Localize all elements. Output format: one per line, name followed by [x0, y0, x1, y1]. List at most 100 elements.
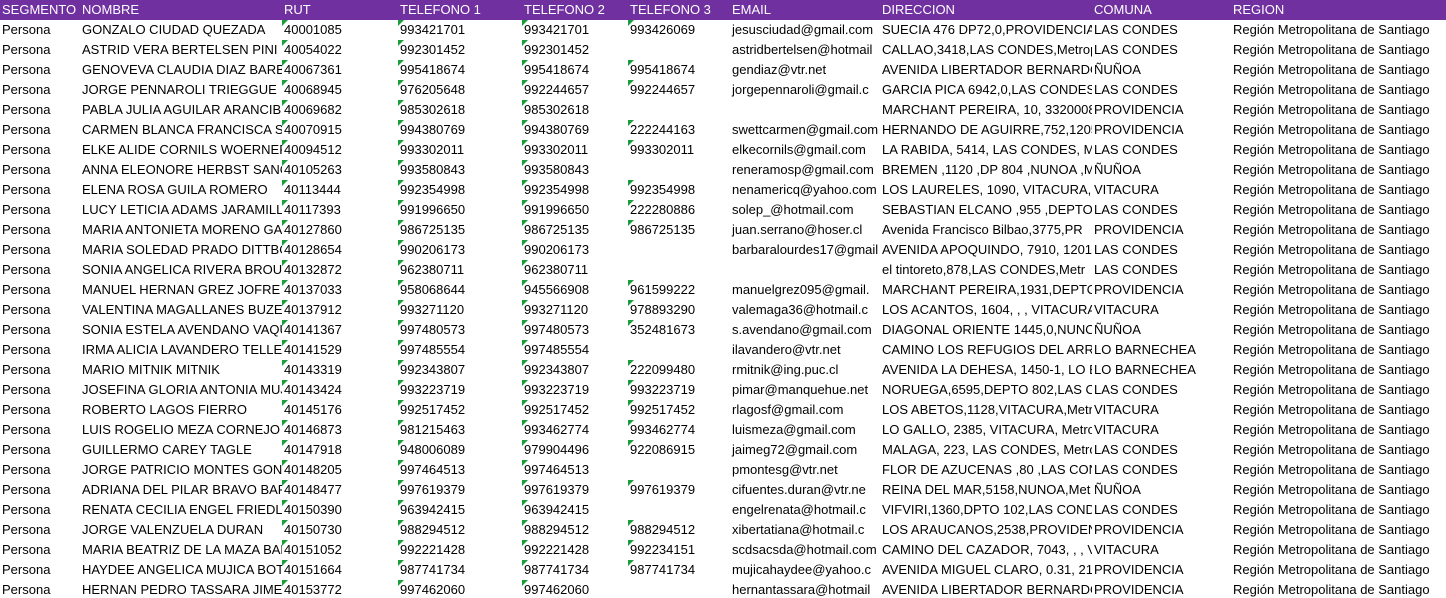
- cell-telefono-2[interactable]: 992354998: [522, 180, 628, 200]
- cell-segmento[interactable]: Persona: [0, 20, 80, 40]
- cell-direccion[interactable]: GARCIA PICA 6942,0,LAS CONDES,I: [880, 80, 1092, 100]
- cell-telefono-3[interactable]: [628, 460, 730, 480]
- cell-comuna[interactable]: LAS CONDES: [1092, 200, 1231, 220]
- cell-direccion[interactable]: LOS LAURELES, 1090, VITACURA, M: [880, 180, 1092, 200]
- cell-telefono-3[interactable]: 978893290: [628, 300, 730, 320]
- cell-telefono-3[interactable]: 922086915: [628, 440, 730, 460]
- column-header-region[interactable]: REGION: [1231, 0, 1446, 20]
- cell-comuna[interactable]: LAS CONDES: [1092, 40, 1231, 60]
- cell-region[interactable]: Región Metropolitana de Santiago: [1231, 20, 1446, 40]
- cell-segmento[interactable]: Persona: [0, 200, 80, 220]
- cell-direccion[interactable]: HERNANDO DE AGUIRRE,752,1205,: [880, 120, 1092, 140]
- cell-telefono-1[interactable]: 992301452: [398, 40, 522, 60]
- cell-email[interactable]: manuelgrez095@gmail.: [730, 280, 880, 300]
- cell-comuna[interactable]: LO BARNECHEA: [1092, 340, 1231, 360]
- cell-telefono-3[interactable]: 987741734: [628, 560, 730, 580]
- cell-telefono-1[interactable]: 997619379: [398, 480, 522, 500]
- column-header-comuna[interactable]: COMUNA: [1092, 0, 1231, 20]
- cell-rut[interactable]: 40137033: [282, 280, 398, 300]
- cell-email[interactable]: nenamericq@yahoo.com: [730, 180, 880, 200]
- cell-telefono-3[interactable]: 986725135: [628, 220, 730, 240]
- cell-segmento[interactable]: Persona: [0, 320, 80, 340]
- cell-direccion[interactable]: AVENIDA APOQUINDO, 7910, 1201: [880, 240, 1092, 260]
- cell-telefono-3[interactable]: 222244163: [628, 120, 730, 140]
- cell-segmento[interactable]: Persona: [0, 300, 80, 320]
- cell-telefono-1[interactable]: 988294512: [398, 520, 522, 540]
- cell-nombre[interactable]: MARIA SOLEDAD PRADO DITTBORN: [80, 240, 282, 260]
- cell-email[interactable]: swettcarmen@gmail.com: [730, 120, 880, 140]
- cell-segmento[interactable]: Persona: [0, 440, 80, 460]
- cell-nombre[interactable]: ASTRID VERA BERTELSEN PINI: [80, 40, 282, 60]
- cell-telefono-3[interactable]: 961599222: [628, 280, 730, 300]
- cell-telefono-2[interactable]: 945566908: [522, 280, 628, 300]
- cell-nombre[interactable]: VALENTINA MAGALLANES BUZETA: [80, 300, 282, 320]
- cell-telefono-1[interactable]: 993580843: [398, 160, 522, 180]
- cell-email[interactable]: [730, 260, 880, 280]
- cell-comuna[interactable]: VITACURA: [1092, 180, 1231, 200]
- cell-direccion[interactable]: LOS ACANTOS, 1604, , , VITACURA: [880, 300, 1092, 320]
- cell-telefono-3[interactable]: 352481673: [628, 320, 730, 340]
- cell-telefono-1[interactable]: 993271120: [398, 300, 522, 320]
- cell-nombre[interactable]: IRMA ALICIA LAVANDERO TELLEZ: [80, 340, 282, 360]
- cell-direccion[interactable]: LOS ARAUCANOS,2538,PROVIDEN: [880, 520, 1092, 540]
- cell-telefono-3[interactable]: [628, 160, 730, 180]
- cell-rut[interactable]: 40128654: [282, 240, 398, 260]
- cell-direccion[interactable]: CAMINO DEL CAZADOR, 7043, , , V: [880, 540, 1092, 560]
- cell-comuna[interactable]: ÑUÑOA: [1092, 320, 1231, 340]
- cell-telefono-3[interactable]: [628, 500, 730, 520]
- cell-comuna[interactable]: LAS CONDES: [1092, 240, 1231, 260]
- cell-segmento[interactable]: Persona: [0, 100, 80, 120]
- cell-comuna[interactable]: LAS CONDES: [1092, 380, 1231, 400]
- cell-comuna[interactable]: VITACURA: [1092, 300, 1231, 320]
- cell-email[interactable]: juan.serrano@hoser.cl: [730, 220, 880, 240]
- cell-telefono-3[interactable]: [628, 100, 730, 120]
- cell-telefono-2[interactable]: 992244657: [522, 80, 628, 100]
- cell-telefono-2[interactable]: 993302011: [522, 140, 628, 160]
- cell-telefono-1[interactable]: 997464513: [398, 460, 522, 480]
- cell-nombre[interactable]: MARIA BEATRIZ DE LA MAZA BAÑADOS: [80, 540, 282, 560]
- cell-telefono-1[interactable]: 997462060: [398, 580, 522, 598]
- cell-region[interactable]: Región Metropolitana de Santiago: [1231, 340, 1446, 360]
- cell-segmento[interactable]: Persona: [0, 180, 80, 200]
- cell-direccion[interactable]: Avenida Francisco Bilbao,3775,PR: [880, 220, 1092, 240]
- cell-comuna[interactable]: LAS CONDES: [1092, 80, 1231, 100]
- cell-segmento[interactable]: Persona: [0, 380, 80, 400]
- cell-region[interactable]: Región Metropolitana de Santiago: [1231, 160, 1446, 180]
- cell-telefono-2[interactable]: 997480573: [522, 320, 628, 340]
- cell-region[interactable]: Región Metropolitana de Santiago: [1231, 420, 1446, 440]
- cell-segmento[interactable]: Persona: [0, 120, 80, 140]
- cell-telefono-2[interactable]: 993271120: [522, 300, 628, 320]
- cell-email[interactable]: gendiaz@vtr.net: [730, 60, 880, 80]
- cell-region[interactable]: Región Metropolitana de Santiago: [1231, 540, 1446, 560]
- cell-telefono-1[interactable]: 992354998: [398, 180, 522, 200]
- cell-segmento[interactable]: Persona: [0, 360, 80, 380]
- column-header-direccion[interactable]: DIRECCION: [880, 0, 1092, 20]
- cell-region[interactable]: Región Metropolitana de Santiago: [1231, 560, 1446, 580]
- cell-segmento[interactable]: Persona: [0, 40, 80, 60]
- cell-segmento[interactable]: Persona: [0, 500, 80, 520]
- cell-telefono-3[interactable]: 222099480: [628, 360, 730, 380]
- cell-region[interactable]: Región Metropolitana de Santiago: [1231, 480, 1446, 500]
- cell-telefono-1[interactable]: 963942415: [398, 500, 522, 520]
- cell-telefono-3[interactable]: [628, 260, 730, 280]
- cell-rut[interactable]: 40141529: [282, 340, 398, 360]
- cell-nombre[interactable]: ELENA ROSA GUILA ROMERO: [80, 180, 282, 200]
- cell-rut[interactable]: 40143424: [282, 380, 398, 400]
- cell-telefono-1[interactable]: 991996650: [398, 200, 522, 220]
- cell-segmento[interactable]: Persona: [0, 480, 80, 500]
- cell-email[interactable]: reneramosp@gmail.com: [730, 160, 880, 180]
- cell-direccion[interactable]: AVENIDA MIGUEL CLARO, 0.31, 21,: [880, 560, 1092, 580]
- cell-region[interactable]: Región Metropolitana de Santiago: [1231, 60, 1446, 80]
- cell-telefono-3[interactable]: 993426069: [628, 20, 730, 40]
- cell-rut[interactable]: 40132872: [282, 260, 398, 280]
- cell-segmento[interactable]: Persona: [0, 520, 80, 540]
- cell-direccion[interactable]: BREMEN ,1120 ,DP 804 ,NUNOA ,M: [880, 160, 1092, 180]
- cell-rut[interactable]: 40113444: [282, 180, 398, 200]
- cell-telefono-1[interactable]: 993223719: [398, 380, 522, 400]
- cell-rut[interactable]: 40069682: [282, 100, 398, 120]
- cell-nombre[interactable]: SONIA ESTELA AVENDANO VAQUERO: [80, 320, 282, 340]
- cell-nombre[interactable]: JORGE PENNAROLI TRIEGGUE: [80, 80, 282, 100]
- cell-telefono-1[interactable]: 994380769: [398, 120, 522, 140]
- cell-direccion[interactable]: MALAGA, 223, LAS CONDES, Metro: [880, 440, 1092, 460]
- cell-telefono-2[interactable]: 992301452: [522, 40, 628, 60]
